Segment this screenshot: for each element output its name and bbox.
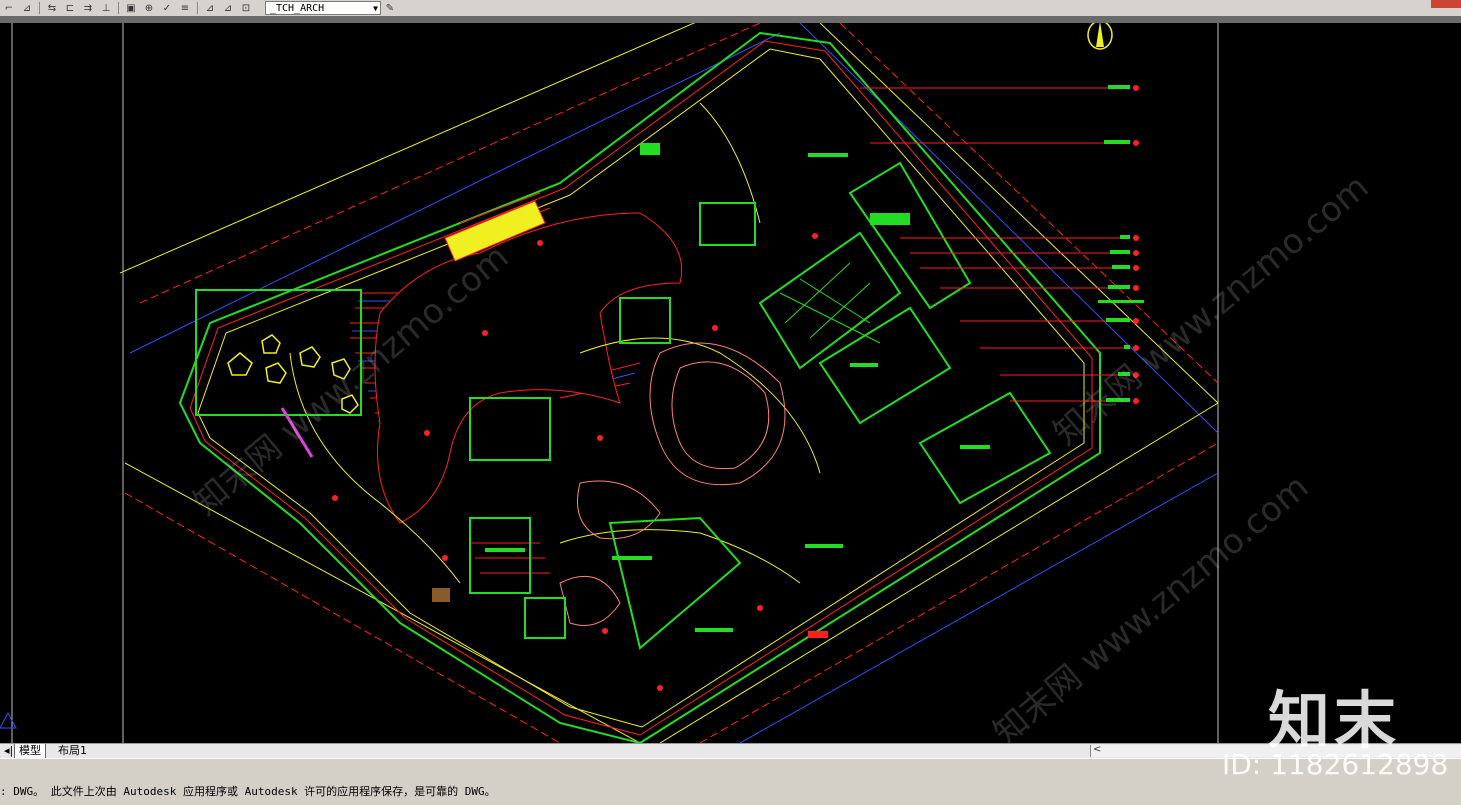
- central-lawn: [374, 212, 683, 524]
- red-block: [808, 631, 828, 638]
- site-plan-drawing: [0, 23, 1219, 743]
- toolbar-separator: [118, 2, 119, 14]
- match-icon[interactable]: ⊿: [202, 1, 218, 15]
- layer-prev-icon[interactable]: ⊿: [19, 1, 35, 15]
- layer-manager-icon[interactable]: ⌐: [1, 1, 17, 15]
- dim-angular-icon[interactable]: ⊥: [98, 1, 114, 15]
- block-icon[interactable]: ▣: [123, 1, 139, 15]
- properties-icon[interactable]: ≡: [177, 1, 193, 15]
- snap-icon[interactable]: ⊕: [141, 1, 157, 15]
- watermark-logo: 知末: [1268, 684, 1401, 757]
- layer-dropdown-value: _TCH_ARCH: [270, 3, 325, 14]
- toolbar-separator: [197, 2, 198, 14]
- tab-model[interactable]: 模型: [14, 744, 46, 759]
- north-arrow-icon: [1087, 23, 1113, 50]
- layer-dropdown[interactable]: _TCH_ARCH ▼: [265, 1, 381, 15]
- toolbar: ⌐ ⊿ ⇆ ⊏ ⇉ ⊥ ▣ ⊕ ✓ ≡ ⊿ ⊿ ⊡ _TCH_ARCH ▼ ✎: [0, 0, 1461, 17]
- toolbar-separator: [39, 2, 40, 14]
- dim-aligned-icon[interactable]: ⇉: [80, 1, 96, 15]
- court-grid: [779, 262, 881, 344]
- scroll-left-icon[interactable]: <: [1093, 744, 1101, 755]
- drawing-canvas[interactable]: 知末网 www.znzmo.com 知末网 www.znzmo.com 知末网 …: [0, 23, 1461, 743]
- command-line-message: : DWG。 此文件上次由 Autodesk 应用程序或 Autodesk 许可…: [0, 785, 496, 798]
- layer-on-icon[interactable]: ⇆: [44, 1, 60, 15]
- stair-block: [432, 588, 450, 602]
- paint-icon[interactable]: ⊿: [220, 1, 236, 15]
- brush-icon[interactable]: ✎: [382, 1, 398, 15]
- chevron-down-icon[interactable]: ▼: [373, 2, 378, 16]
- ucs-icon: [0, 711, 17, 729]
- window-close-strip[interactable]: [1431, 0, 1461, 8]
- watermark-id: ID: 1182612898: [1222, 748, 1449, 781]
- check-icon[interactable]: ✓: [159, 1, 175, 15]
- dim-linear-icon[interactable]: ⊏: [62, 1, 78, 15]
- toolbar-bottom-strip: [0, 16, 1461, 23]
- road-lines: [119, 23, 1219, 743]
- leader-lines: [860, 87, 1130, 402]
- tab-layout1[interactable]: 布局1: [54, 744, 91, 758]
- text-style-icon[interactable]: ⊡: [238, 1, 254, 15]
